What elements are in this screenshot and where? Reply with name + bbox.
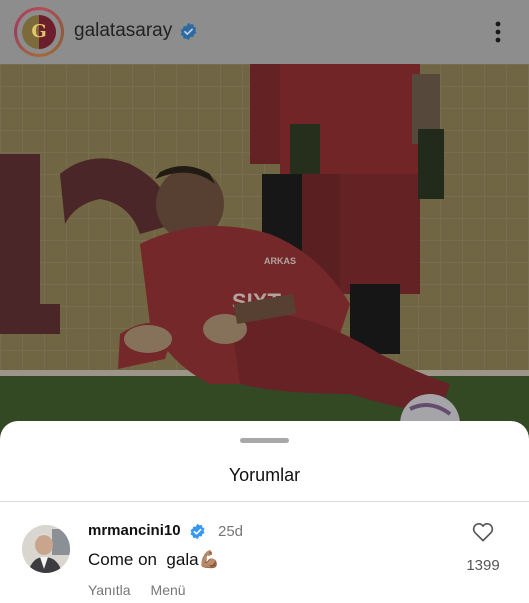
post-header: G galatasaray [0,0,529,64]
commenter-avatar[interactable] [22,525,70,573]
more-vertical-icon[interactable] [488,18,508,46]
galatasaray-crest-icon: G [22,15,56,49]
post-username[interactable]: galatasaray [74,20,172,42]
comment-body: Come on gala [88,550,199,569]
commenter-photo [22,525,70,573]
like-count: 1399 [466,557,500,574]
reply-button[interactable]: Yanıtla [88,582,131,598]
flexed-biceps-emoji-icon: 💪🏽 [198,550,220,569]
post-container: G galatasaray ARKAS [0,0,529,440]
sheet-drag-handle[interactable] [240,438,289,443]
post-photo[interactable]: SIXT ARKAS [0,64,529,440]
sheet-title: Yorumlar [228,465,301,485]
profile-avatar[interactable]: G [14,7,64,57]
goalkeeper-training-image: SIXT ARKAS [0,64,529,440]
comment-username[interactable]: mrmancini10 [88,522,181,539]
comment-item: mrmancini10 25d Come on gala💪🏽 Yanıtla M… [0,502,529,603]
comment-timestamp: 25d [218,523,244,540]
verified-badge-icon [190,523,205,540]
heart-outline-icon[interactable] [472,522,494,542]
comments-sheet: Yorumlar mrmancini10 25d Come on gala💪🏽 … [0,421,529,603]
verified-badge-icon [180,22,197,41]
comment-text: Come on gala💪🏽 [88,550,220,570]
comment-actions: Yanıtla Menü [88,582,186,598]
menu-button[interactable]: Menü [151,582,186,598]
